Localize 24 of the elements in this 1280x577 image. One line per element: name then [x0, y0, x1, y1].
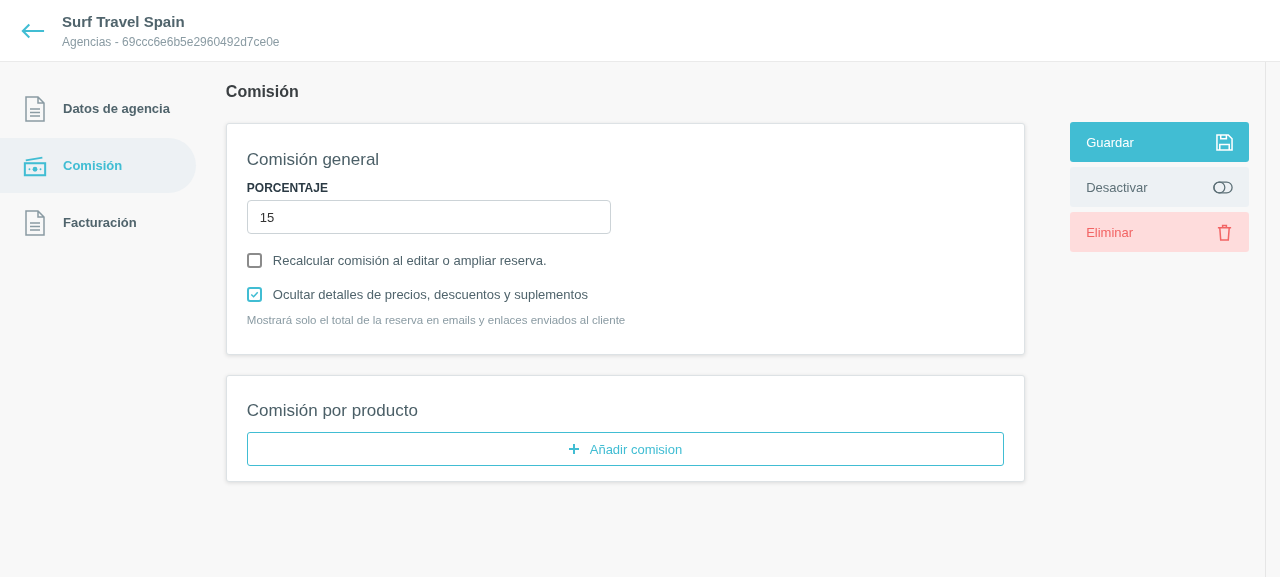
card-title: Comisión general	[246, 150, 381, 170]
document-icon	[23, 95, 47, 122]
checkbox[interactable]	[246, 253, 262, 268]
checkbox[interactable]	[246, 287, 262, 302]
card-title: Comisión por producto	[246, 401, 419, 421]
document-icon	[23, 209, 47, 236]
plus-icon	[568, 444, 579, 454]
breadcrumb-text: Agencias - 69ccc6e6b5e2960492d7ce0e	[62, 34, 280, 49]
check-icon	[248, 289, 260, 300]
page-header-title: Surf Travel Spain	[62, 12, 186, 30]
sidebar-item[interactable]: Facturación	[0, 195, 196, 250]
trash-icon	[1216, 223, 1233, 241]
percentage-field[interactable]: 15	[246, 200, 611, 234]
toggle-icon	[1213, 180, 1233, 194]
back-arrow-icon[interactable]	[21, 22, 45, 39]
sidebar-item[interactable]: Datos de agencia	[0, 81, 196, 136]
field-label: PORCENTAJE	[246, 181, 329, 195]
save-icon	[1216, 133, 1233, 151]
action-button[interactable]: Desactivar	[1070, 167, 1249, 207]
checkbox-label: Ocultar detalles de precios, descuentos y suplementos	[272, 287, 588, 302]
checkbox-label: Recalcular comisión al editar o ampliar reserva.	[272, 253, 547, 268]
hint-text: Mostrará solo el total de la reserva en emails y enlaces enviados al cliente	[246, 314, 627, 326]
section-title: Comisión	[225, 83, 300, 101]
action-button[interactable]: Eliminar	[1070, 212, 1249, 252]
